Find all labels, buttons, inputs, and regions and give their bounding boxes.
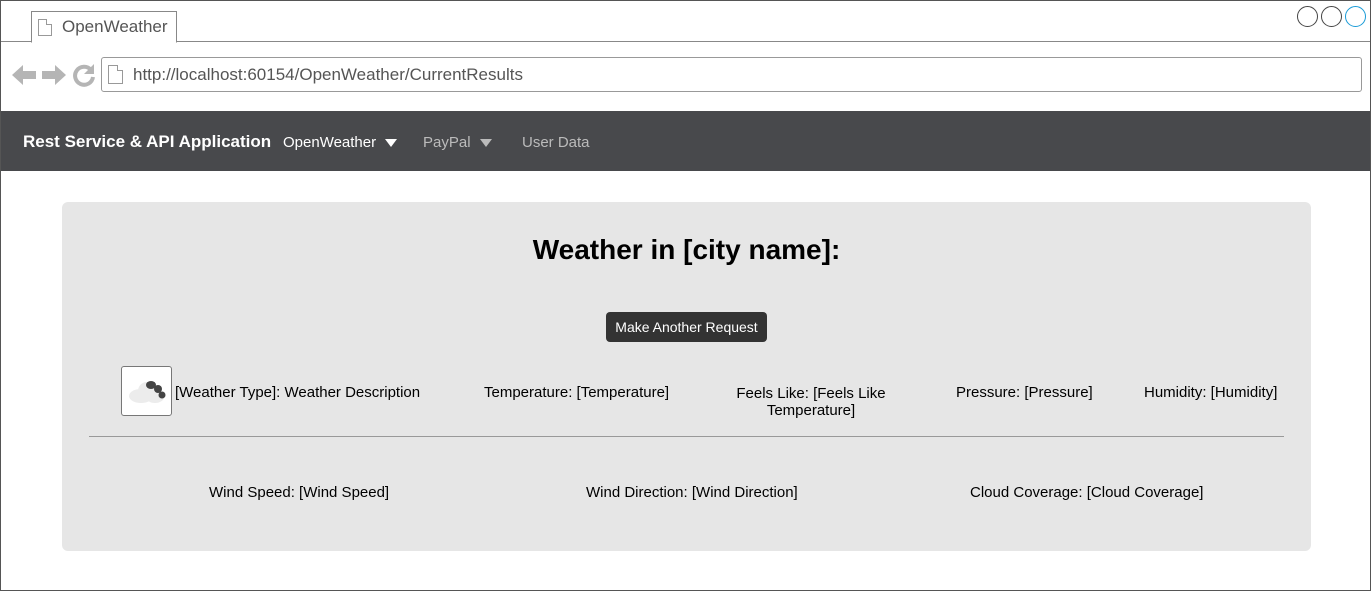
weather-panel: Weather in [city name]: Make Another Req…	[62, 202, 1311, 551]
maximize-button[interactable]	[1321, 6, 1342, 27]
caret-down-icon	[385, 138, 398, 147]
feels-like-text: Feels Like: [Feels Like Temperature]	[736, 385, 886, 419]
tab-title: OpenWeather	[62, 17, 168, 36]
reload-icon[interactable]	[71, 62, 97, 88]
page-title: Weather in [city name]:	[532, 234, 841, 265]
menu-user-data[interactable]: User Data	[522, 134, 590, 151]
forward-icon[interactable]	[41, 62, 67, 88]
browser-tab[interactable]: OpenWeather	[31, 11, 177, 43]
back-icon[interactable]	[11, 62, 37, 88]
cloud-coverage-text: Cloud Coverage: [Cloud Coverage]	[970, 484, 1204, 501]
humidity-text: Humidity: [Humidity]	[1144, 384, 1278, 401]
weather-icon-frame	[121, 366, 172, 416]
address-row: http://localhost:60154/OpenWeather/Curre…	[1, 42, 1370, 111]
url-text: http://localhost:60154/OpenWeather/Curre…	[133, 64, 523, 84]
minimize-button[interactable]	[1297, 6, 1318, 27]
close-button[interactable]	[1345, 6, 1366, 27]
app-navbar: Rest Service & API Application OpenWeath…	[1, 111, 1370, 171]
cloudy-icon	[128, 381, 165, 403]
brand-link[interactable]: Rest Service & API Application	[23, 132, 271, 152]
menu-openweather[interactable]: OpenWeather	[283, 134, 398, 151]
page-icon	[108, 65, 123, 84]
temperature-text: Temperature: [Temperature]	[484, 384, 670, 401]
weather-type-text: [Weather Type]: Weather Description	[175, 384, 421, 401]
pressure-text: Pressure: [Pressure]	[956, 384, 1093, 401]
make-another-request-button[interactable]: Make Another Request	[606, 312, 767, 342]
window-controls	[1297, 6, 1366, 27]
browser-window: OpenWeather http://localhost:60154/OpenW…	[0, 0, 1371, 591]
menu-label: User Data	[522, 134, 590, 151]
menu-label: OpenWeather	[283, 134, 377, 151]
page-icon	[38, 18, 52, 36]
menu-paypal[interactable]: PayPal	[423, 134, 492, 151]
tab-strip: OpenWeather	[1, 1, 1370, 43]
wind-direction-text: Wind Direction: [Wind Direction]	[586, 484, 798, 501]
menu-label: PayPal	[423, 134, 471, 151]
divider	[89, 436, 1284, 437]
address-bar[interactable]: http://localhost:60154/OpenWeather/Curre…	[101, 57, 1362, 92]
caret-down-icon	[479, 138, 492, 147]
wind-speed-text: Wind Speed: [Wind Speed]	[209, 484, 390, 501]
